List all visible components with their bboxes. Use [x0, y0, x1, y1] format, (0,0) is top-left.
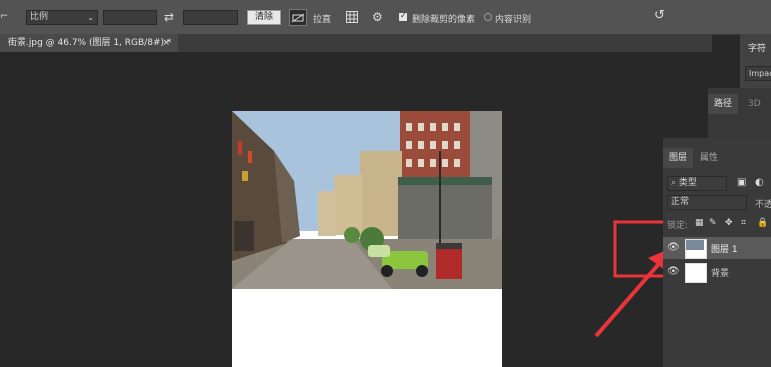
- artboard-icon[interactable]: ⌗: [741, 217, 746, 229]
- eye-icon[interactable]: 👁: [667, 266, 680, 277]
- delete-cropped-label: 删除裁剪的像素: [412, 15, 476, 25]
- street-photo-layer: [232, 111, 502, 289]
- gear-icon[interactable]: ⚙: [372, 11, 383, 23]
- blend-mode-dropdown[interactable]: 正常: [667, 195, 747, 210]
- opacity-label: 不透: [755, 200, 771, 210]
- paths-panel: 路径 3D: [708, 88, 771, 138]
- brush-icon[interactable]: ✎: [709, 217, 717, 229]
- swap-arrows-icon[interactable]: ⇄: [164, 11, 174, 23]
- layer-thumbnail-image: [686, 240, 704, 250]
- reset-icon[interactable]: ↺: [654, 9, 665, 22]
- adjustment-filter-icon[interactable]: ◐: [755, 177, 764, 189]
- close-icon[interactable]: ×: [162, 34, 170, 52]
- layer-row-background[interactable]: 👁 背景: [663, 261, 771, 283]
- properties-tab[interactable]: 属性: [700, 151, 718, 165]
- height-input[interactable]: [183, 10, 238, 25]
- paths-tab[interactable]: 路径: [714, 97, 732, 111]
- eye-icon[interactable]: 👁: [667, 242, 680, 253]
- ratio-dropdown[interactable]: 比例 ⌄: [26, 10, 98, 25]
- layer-thumbnail: [685, 263, 707, 283]
- layer-name[interactable]: 背景: [711, 266, 729, 279]
- layer-name[interactable]: 图层 1: [711, 242, 738, 255]
- clear-button[interactable]: 清除: [247, 10, 281, 25]
- layer-filter-value: 类型: [678, 178, 697, 188]
- content-aware-checkbox[interactable]: [484, 13, 492, 21]
- layer-thumbnail: [685, 239, 707, 259]
- blend-mode-value: 正常: [671, 197, 690, 207]
- crop-tool-icon[interactable]: ⌐: [0, 11, 8, 23]
- straighten-label[interactable]: 拉直: [313, 12, 331, 25]
- lock-icon[interactable]: 🔒: [757, 217, 768, 229]
- grid-overlay-icon[interactable]: [346, 11, 358, 26]
- layer-row-layer1[interactable]: 👁 图层 1: [663, 237, 771, 259]
- ratio-dropdown-value: 比例: [30, 12, 49, 22]
- font-family-field[interactable]: Impact: [745, 66, 771, 81]
- chevron-down-icon: ⌄: [87, 13, 94, 22]
- lock-label: 锁定:: [667, 221, 689, 231]
- character-panel-tab[interactable]: 字符: [748, 42, 766, 56]
- arrow-shaft: [594, 256, 666, 338]
- options-bar: ⌐ 比例 ⌄ ⇄ 清除 拉直 ⚙ ✓ 删除裁剪的像素 内容识别 ↺: [0, 0, 771, 35]
- checkmark-icon: ✓: [400, 11, 407, 20]
- document-tab-title: 街景.jpg @ 46.7% (图层 1, RGB/8#) *: [8, 38, 172, 48]
- width-input[interactable]: [103, 10, 157, 25]
- move-icon[interactable]: ✥: [725, 217, 733, 229]
- layer-filter-dropdown[interactable]: ⌕ 类型: [667, 176, 727, 191]
- straighten-icon[interactable]: [289, 9, 307, 26]
- content-aware-label: 内容识别: [495, 15, 532, 25]
- lock-transparent-icon[interactable]: ▦: [695, 217, 704, 229]
- search-icon: ⌕: [671, 178, 677, 188]
- delete-cropped-checkbox[interactable]: ✓: [399, 11, 407, 21]
- character-panel: 字符 Impact: [740, 34, 771, 88]
- document-tab[interactable]: 街景.jpg @ 46.7% (图层 1, RGB/8#) * ×: [0, 34, 178, 52]
- 3d-tab[interactable]: 3D: [748, 97, 761, 111]
- layers-tab[interactable]: 图层: [669, 151, 687, 165]
- image-filter-icon[interactable]: ▣: [737, 177, 746, 189]
